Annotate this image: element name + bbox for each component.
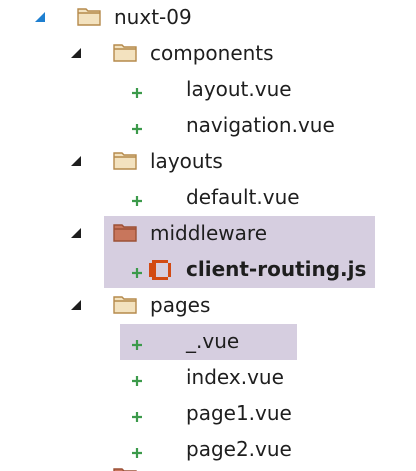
tree-item-label: middleware <box>150 221 267 245</box>
tree-row-default-vue[interactable]: default.vue <box>0 180 416 216</box>
expand-arrow-icon[interactable] <box>70 300 81 310</box>
tree-row-page2-vue[interactable]: page2.vue <box>0 432 416 468</box>
added-plus-icon <box>131 116 143 134</box>
tree-row-client-routing-js[interactable]: client-routing.js <box>0 252 416 288</box>
solution-explorer-tree: nuxt-09 components layout.vue navigation… <box>0 0 416 471</box>
tree-row-pages[interactable]: pages <box>0 288 416 324</box>
tree-item-label: layout.vue <box>186 77 292 101</box>
folder-icon <box>113 294 137 314</box>
tree-item-label: layouts <box>150 149 223 173</box>
tree-row-index-vue[interactable]: index.vue <box>0 360 416 396</box>
partial-folder-icon <box>113 466 137 471</box>
expand-arrow-icon[interactable] <box>34 12 45 22</box>
added-plus-icon <box>131 404 143 422</box>
js-file-icon <box>147 257 173 283</box>
tree-item-label: components <box>150 41 274 65</box>
added-plus-icon <box>131 260 143 278</box>
tree-item-label: default.vue <box>186 185 300 209</box>
tree-row-page1-vue[interactable]: page1.vue <box>0 396 416 432</box>
tree-row-middleware[interactable]: middleware <box>0 216 416 252</box>
expand-arrow-icon[interactable] <box>70 156 81 166</box>
added-plus-icon <box>131 80 143 98</box>
folder-icon <box>77 6 101 26</box>
tree-row-nuxt-09[interactable]: nuxt-09 <box>0 0 416 36</box>
expand-arrow-icon[interactable] <box>70 48 81 58</box>
folder-icon <box>113 222 137 242</box>
tree-item-label: client-routing.js <box>186 257 367 281</box>
tree-item-label: index.vue <box>186 365 284 389</box>
tree-row-underscore-vue[interactable]: _.vue <box>0 324 416 360</box>
folder-icon <box>113 42 137 62</box>
tree-item-label: pages <box>150 293 211 317</box>
tree-item-label: page2.vue <box>186 437 292 461</box>
tree-row-components[interactable]: components <box>0 36 416 72</box>
tree-item-label: page1.vue <box>186 401 292 425</box>
tree-row-layout-vue[interactable]: layout.vue <box>0 72 416 108</box>
tree-item-label: navigation.vue <box>186 113 335 137</box>
tree-row-layouts[interactable]: layouts <box>0 144 416 180</box>
added-plus-icon <box>131 332 143 350</box>
folder-icon <box>113 150 137 170</box>
added-plus-icon <box>131 188 143 206</box>
added-plus-icon <box>131 368 143 386</box>
added-plus-icon <box>131 440 143 458</box>
tree-item-label: _.vue <box>186 329 240 353</box>
expand-arrow-icon[interactable] <box>70 228 81 238</box>
tree-row-navigation-vue[interactable]: navigation.vue <box>0 108 416 144</box>
tree-item-label: nuxt-09 <box>114 5 192 29</box>
